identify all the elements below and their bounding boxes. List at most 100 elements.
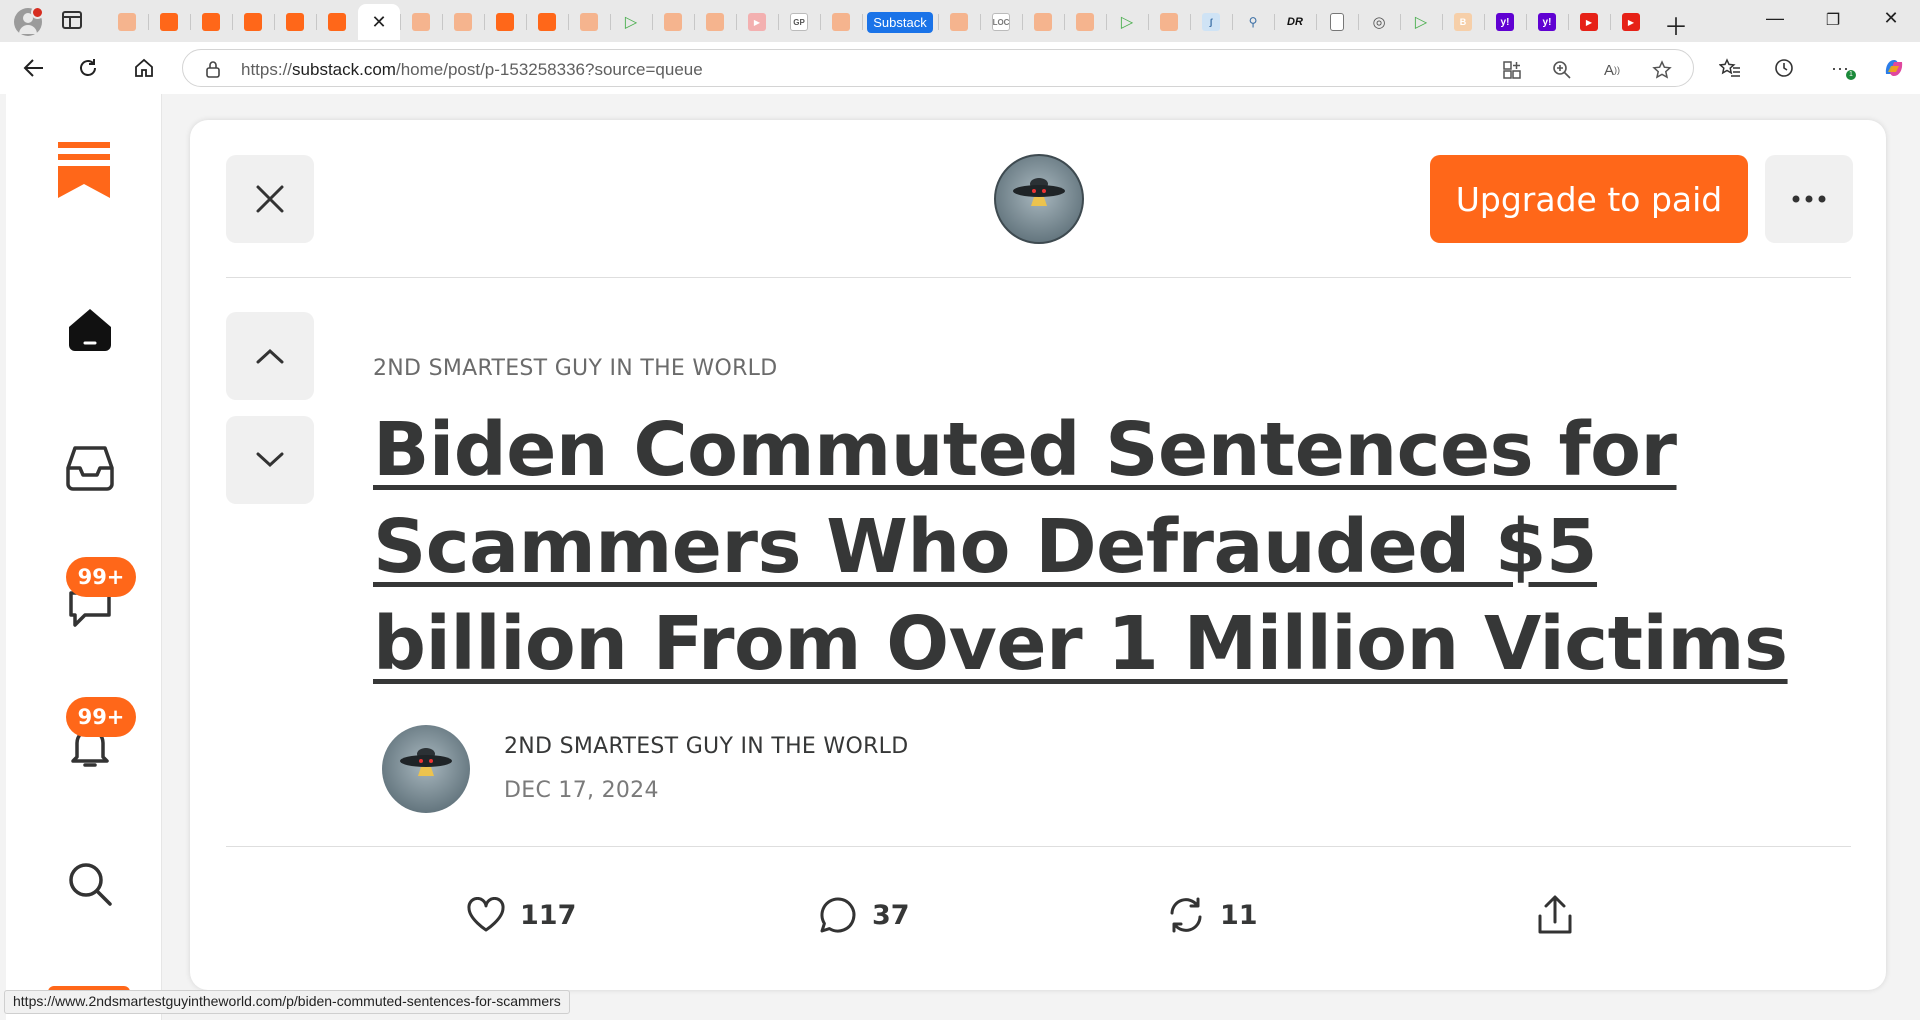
tab-13[interactable] bbox=[652, 4, 694, 40]
zoom-icon[interactable] bbox=[1551, 59, 1573, 81]
tab-12[interactable]: ▷ bbox=[610, 4, 652, 40]
more-options-button[interactable] bbox=[1765, 155, 1853, 243]
more-options-icon[interactable]: ··· 1 bbox=[1826, 54, 1856, 82]
close-window-button[interactable]: ✕ bbox=[1868, 8, 1914, 29]
url-text[interactable]: https://substack.com/home/post/p-1532583… bbox=[241, 60, 703, 80]
tab-3[interactable] bbox=[232, 4, 274, 40]
tab-7[interactable] bbox=[400, 4, 442, 40]
tab-10[interactable] bbox=[526, 4, 568, 40]
lock-icon[interactable] bbox=[205, 60, 221, 83]
upgrade-to-paid-button[interactable]: Upgrade to paid bbox=[1430, 155, 1748, 243]
tab-2[interactable] bbox=[190, 4, 232, 40]
substack-faded-icon bbox=[706, 13, 724, 31]
author-name[interactable]: 2ND SMARTEST GUY IN THE WORLD bbox=[504, 734, 908, 759]
tab-30[interactable]: ▷ bbox=[1400, 4, 1442, 40]
sidebar-item-inbox[interactable] bbox=[56, 434, 124, 502]
blue-site-icon: ʃ bbox=[1202, 13, 1220, 31]
share-button[interactable] bbox=[1536, 890, 1574, 940]
back-button[interactable] bbox=[18, 52, 50, 84]
search-icon bbox=[69, 863, 112, 906]
robot-icon: ◎ bbox=[1372, 14, 1386, 31]
back-arrow-icon bbox=[23, 59, 43, 77]
tab-11[interactable] bbox=[568, 4, 610, 40]
url-path: /home/post/p-153258336?source=queue bbox=[395, 60, 703, 79]
app-available-icon[interactable] bbox=[1501, 59, 1523, 81]
restack-button[interactable]: 11 bbox=[1166, 890, 1258, 940]
favorite-star-icon[interactable] bbox=[1651, 59, 1673, 81]
chat-badge: 99+ bbox=[66, 557, 136, 597]
url-domain: substack.com bbox=[292, 60, 396, 79]
tab-23[interactable]: ▷ bbox=[1106, 4, 1148, 40]
previous-post-button[interactable] bbox=[226, 312, 314, 400]
like-button[interactable]: 117 bbox=[466, 890, 576, 940]
restore-button[interactable]: ❐ bbox=[1810, 10, 1856, 30]
sidebar-item-home[interactable] bbox=[56, 296, 124, 364]
tab-21[interactable] bbox=[1022, 4, 1064, 40]
minimize-button[interactable]: — bbox=[1752, 8, 1798, 29]
close-button[interactable] bbox=[226, 155, 314, 243]
history-icon[interactable] bbox=[1770, 54, 1798, 82]
close-tab-icon[interactable]: ✕ bbox=[371, 12, 386, 33]
tab-31[interactable]: B bbox=[1442, 4, 1484, 40]
tab-0[interactable] bbox=[106, 4, 148, 40]
tab-16[interactable]: GP bbox=[778, 4, 820, 40]
tab-35[interactable]: ▶ bbox=[1610, 4, 1652, 40]
substack-faded-icon bbox=[118, 13, 136, 31]
yahoo-icon: y! bbox=[1538, 13, 1556, 31]
tab-28[interactable] bbox=[1316, 4, 1358, 40]
tab-actions-icon[interactable] bbox=[62, 11, 82, 29]
tab-27[interactable]: DR bbox=[1274, 4, 1316, 40]
substack-logo-icon[interactable] bbox=[58, 142, 110, 203]
tab-32[interactable]: y! bbox=[1484, 4, 1526, 40]
profile-icon[interactable] bbox=[14, 6, 44, 36]
substack-faded-icon bbox=[1160, 13, 1178, 31]
tab-18[interactable]: Substack bbox=[862, 4, 938, 40]
close-icon bbox=[256, 185, 284, 213]
tab-20[interactable]: LOC bbox=[980, 4, 1022, 40]
substack-icon bbox=[202, 13, 220, 31]
next-post-button[interactable] bbox=[226, 416, 314, 504]
tab-14[interactable] bbox=[694, 4, 736, 40]
tab-1[interactable] bbox=[148, 4, 190, 40]
home-button[interactable] bbox=[128, 52, 160, 84]
tab-34[interactable]: ▶ bbox=[1568, 4, 1610, 40]
tab-6[interactable]: ✕ bbox=[358, 4, 400, 40]
tab-17[interactable] bbox=[820, 4, 862, 40]
sidebar-item-search[interactable] bbox=[56, 850, 124, 918]
reload-button[interactable] bbox=[72, 52, 104, 84]
tab-8[interactable] bbox=[442, 4, 484, 40]
tab-19[interactable] bbox=[938, 4, 980, 40]
substack-icon bbox=[538, 13, 556, 31]
tab-29[interactable]: ◎ bbox=[1358, 4, 1400, 40]
tab-22[interactable] bbox=[1064, 4, 1106, 40]
post-title[interactable]: Biden Commuted Sentences for Scammers Wh… bbox=[373, 402, 1793, 693]
tab-25[interactable]: ʃ bbox=[1190, 4, 1232, 40]
tab-33[interactable]: y! bbox=[1526, 4, 1568, 40]
substack-faded-icon bbox=[412, 13, 430, 31]
copilot-icon[interactable] bbox=[1880, 54, 1908, 82]
tab-5[interactable] bbox=[316, 4, 358, 40]
favorites-icon[interactable] bbox=[1716, 54, 1744, 82]
publication-avatar[interactable] bbox=[994, 154, 1084, 244]
author-avatar[interactable] bbox=[381, 724, 471, 814]
play-icon: ▷ bbox=[1120, 14, 1134, 31]
new-tab-button[interactable]: ＋ bbox=[1664, 7, 1688, 42]
comment-button[interactable]: 37 bbox=[818, 890, 910, 940]
tab-strip: ✕ ▷ ▶ GP Substack LOC ▷ ʃ ⚲ DR ◎ ▷ By! y! ▶ ▶ ＋ — ❐ ✕ bbox=[0, 0, 1920, 42]
address-bar[interactable]: https://substack.com/home/post/p-1532583… bbox=[182, 49, 1694, 87]
home-icon bbox=[69, 309, 111, 351]
play-icon: ▷ bbox=[1414, 14, 1428, 31]
publication-name[interactable]: 2ND SMARTEST GUY IN THE WORLD bbox=[373, 356, 777, 381]
tab-15[interactable]: ▶ bbox=[736, 4, 778, 40]
read-aloud-icon[interactable]: A)) bbox=[1601, 59, 1623, 81]
restack-icon bbox=[1170, 897, 1202, 933]
status-bar-url: https://www.2ndsmartestguyintheworld.com… bbox=[4, 990, 570, 1014]
tab-9[interactable] bbox=[484, 4, 526, 40]
tab-26[interactable]: ⚲ bbox=[1232, 4, 1274, 40]
heart-icon bbox=[467, 897, 505, 932]
tab-24[interactable] bbox=[1148, 4, 1190, 40]
tab-4[interactable] bbox=[274, 4, 316, 40]
substack-faded-icon bbox=[664, 13, 682, 31]
substack-sidebar: 99+ 99+ bbox=[6, 94, 162, 1020]
dr-icon: DR bbox=[1287, 16, 1303, 28]
